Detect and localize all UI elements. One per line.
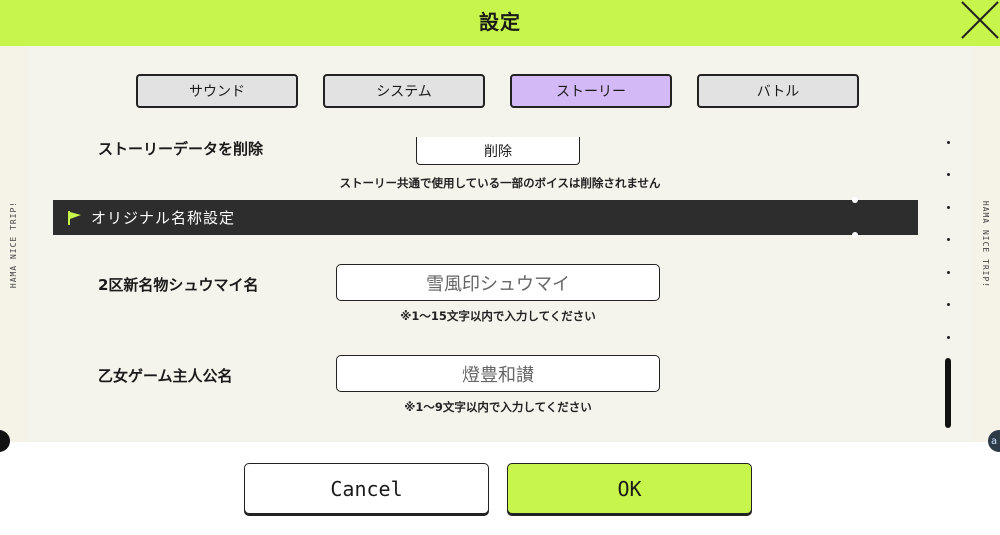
scroll-dot — [947, 141, 950, 144]
side-text-right: HAMA NICE TRIP! — [981, 200, 991, 288]
tab-system[interactable]: システム — [323, 74, 485, 108]
settings-panel: サウンド システム ストーリー バトル ストーリーデータを削除 削除 ストーリー… — [28, 46, 972, 442]
header-bar: 設定 — [0, 0, 1000, 46]
section-header: オリジナル名称設定 — [53, 197, 918, 238]
shumai-name-input[interactable]: 雪風印シュウマイ — [336, 264, 660, 301]
section-title: オリジナル名称設定 — [91, 209, 236, 227]
heroine-name-hint: ※1〜9文字以内で入力してください — [404, 400, 592, 414]
bar-dot-bottom — [852, 232, 858, 238]
flag-icon — [68, 211, 81, 225]
shumai-name-hint: ※1〜15文字以内で入力してください — [400, 309, 596, 323]
scrollbar-thumb[interactable] — [945, 358, 951, 428]
heroine-name-label: 乙女ゲーム主人公名 — [98, 367, 233, 385]
side-strip-left: HAMA NICE TRIP! — [0, 46, 28, 442]
heroine-name-input[interactable]: 燈豊和讃 — [336, 355, 660, 392]
tab-sound[interactable]: サウンド — [136, 74, 298, 108]
scroll-dot — [947, 271, 950, 274]
delete-story-data-button[interactable]: 削除 — [416, 137, 580, 165]
scroll-dot — [947, 206, 950, 209]
tab-bar: サウンド システム ストーリー バトル — [28, 74, 972, 110]
close-icon — [961, 1, 999, 39]
tab-story[interactable]: ストーリー — [510, 74, 672, 108]
cancel-button[interactable]: Cancel — [244, 463, 489, 514]
close-button[interactable] — [954, 0, 1000, 40]
shumai-name-label: 2区新名物シュウマイ名 — [98, 276, 259, 294]
scroll-dot — [947, 303, 950, 306]
tab-battle[interactable]: バトル — [697, 74, 859, 108]
side-text-left: HAMA NICE TRIP! — [9, 200, 19, 288]
ok-button[interactable]: OK — [507, 463, 752, 514]
story-data-label: ストーリーデータを削除 — [98, 140, 264, 158]
scroll-dot — [947, 173, 950, 176]
scroll-dot — [947, 238, 950, 241]
scroll-dot — [947, 336, 950, 339]
page-title: 設定 — [479, 9, 521, 34]
bar-dot-top — [852, 197, 858, 203]
help-icon[interactable]: a — [988, 430, 1000, 452]
side-strip-right: HAMA NICE TRIP! — [972, 46, 1000, 442]
delete-note: ストーリー共通で使用している一部のボイスは削除されません — [339, 176, 661, 190]
